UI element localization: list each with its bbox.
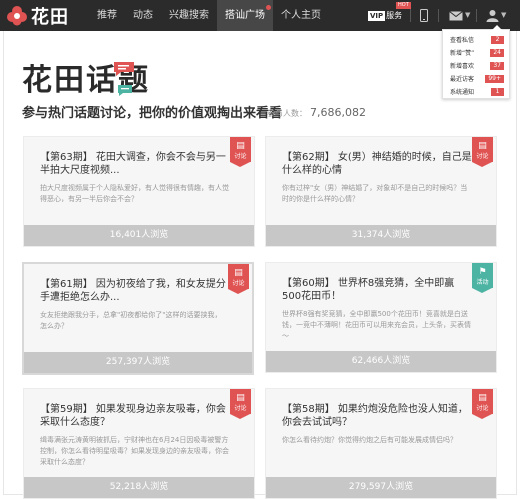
- discussion-tag: ▤ 讨论: [230, 137, 251, 167]
- speech-bubble-icon: [114, 62, 134, 76]
- chat-icon: ▤: [478, 141, 487, 151]
- chat-icon: ▤: [236, 393, 245, 403]
- nav-item-interest-search[interactable]: 兴趣搜索: [161, 0, 217, 31]
- topic-card[interactable]: 【第58期】 如果约炮没危险也没人知道，你会去试试吗？ 你怎么看待约炮？你觉得约炮…: [265, 388, 497, 499]
- notification-dot: [266, 5, 271, 10]
- tag-notch: [230, 414, 250, 419]
- count-badge: 37: [490, 61, 504, 70]
- discussion-tag: ▤ 讨论: [230, 389, 251, 419]
- discussion-tag: ▤ 讨论: [472, 389, 493, 419]
- tag-label: 讨论: [476, 153, 489, 160]
- dropdown-caret: [492, 25, 502, 30]
- dropdown-item-system-notice[interactable]: 系统通知 1: [443, 85, 509, 98]
- participant-count: 参与人数： 7,686,082: [267, 106, 366, 119]
- tag-label: 讨论: [476, 405, 489, 412]
- tag-notch: [472, 414, 492, 419]
- nav-item-profile[interactable]: 个人主页: [273, 0, 329, 31]
- topic-title: 【第61期】 因为初夜给了我，和女友提分手遭拒绝怎么办...: [40, 279, 226, 303]
- topic-description: 缉毒满张元涛黄明被抓后，宁财神也在6月24日因吸毒被警方控制，你怎么看待明星吸毒…: [40, 436, 229, 466]
- tag-notch: [472, 288, 492, 293]
- dropdown-item-label: 系统通知: [450, 89, 475, 96]
- dropdown-item-label: 最近访客: [450, 76, 475, 83]
- topic-card[interactable]: 【第59期】 如果发现身边亲友吸毒，你会采取什么态度？ 缉毒满张元涛黄明被抓后，宁…: [23, 388, 255, 499]
- tag-notch: [228, 289, 248, 294]
- notification-dropdown: 查看私信 2 新增“赞” 24 新增喜欢 37 最近访客 99+ 系统通知 1: [442, 25, 510, 99]
- dropdown-item-label: 新增“赞”: [450, 50, 475, 57]
- tag-label: 讨论: [234, 153, 247, 160]
- participant-label: 参与人数：: [267, 109, 307, 118]
- phone-icon[interactable]: [420, 9, 428, 22]
- topic-card[interactable]: 【第60期】 世界杯8强竞猜，全中即赢500花田币！ 世界杯8强有奖竞猜，全中即赢…: [265, 262, 497, 373]
- tag-label: 讨论: [232, 280, 245, 287]
- topic-description: 你怎么看待约炮？你觉得约炮之后有可能发展成情侣吗？: [282, 436, 457, 444]
- divider: [438, 9, 439, 22]
- topic-views: 16,401人浏览: [24, 225, 254, 246]
- nav-item-feed[interactable]: 动态: [125, 0, 161, 31]
- user-icon[interactable]: [486, 9, 499, 22]
- discussion-tag: ▤ 讨论: [228, 264, 249, 294]
- count-badge: 1: [491, 87, 504, 96]
- dropdown-item-messages[interactable]: 查看私信 2: [443, 33, 509, 46]
- dropdown-item-favorites[interactable]: 新增喜欢 37: [443, 59, 509, 72]
- chevron-down-icon[interactable]: ▼: [465, 11, 470, 19]
- participant-value: 7,686,082: [310, 106, 366, 119]
- topic-description: 你有过梓"女（男）神结婚了，对象却不是自己的时候吗？当时的你是什么样的心情？: [282, 184, 468, 203]
- chevron-down-icon[interactable]: ▼: [501, 11, 506, 19]
- tag-label: 活动: [476, 279, 489, 286]
- tag-notch: [472, 162, 492, 167]
- topic-card[interactable]: 【第63期】 花田大调查，你会不会与另一半拍大尺度视频... 拍大尺度视频属于个人…: [23, 136, 255, 247]
- topic-title: 【第58期】 如果约炮没危险也没人知道，你会去试试吗？: [282, 404, 468, 428]
- chat-icon: ▤: [234, 268, 243, 278]
- hot-badge: HOT: [396, 2, 411, 9]
- event-tag: ⚑ 活动: [472, 263, 493, 293]
- count-badge: 2: [491, 35, 504, 44]
- topic-views: 31,374人浏览: [266, 225, 496, 246]
- logo-text: 花田: [31, 6, 69, 28]
- top-navigation-bar: 花田 推荐 动态 兴趣搜索 搭讪广场 个人主页 VIP 服务 HOT ▼ ▼: [0, 0, 520, 31]
- topic-views: 257,397人浏览: [24, 352, 252, 373]
- count-badge: 99+: [485, 74, 504, 83]
- tag-label: 讨论: [234, 405, 247, 412]
- vip-label: 服务: [386, 11, 403, 20]
- topic-card[interactable]: 【第61期】 因为初夜给了我，和女友提分手遭拒绝怎么办... 女友拒绝跟我分手，总…: [22, 262, 254, 375]
- topic-title: 【第62期】 女(男）神结婚的时候，自己是什么样的心情: [282, 152, 472, 176]
- topic-description: 拍大尺度视频属于个人隐私爱好，有人觉得很有情趣，有人觉得恶心，有另一半后你会不会…: [40, 184, 229, 203]
- dropdown-item-label: 查看私信: [450, 37, 475, 44]
- vip-badge: VIP: [368, 10, 386, 21]
- topic-title: 【第63期】 花田大调查，你会不会与另一半拍大尺度视频...: [40, 152, 226, 176]
- divider: [476, 9, 477, 22]
- topic-title: 【第60期】 世界杯8强竞猜，全中即赢500花田币！: [282, 278, 455, 302]
- topic-description: 女友拒绝跟我分手，总拿"初夜都给你了"这样的话要挟我，怎么办？: [40, 311, 222, 330]
- count-badge: 24: [490, 48, 504, 57]
- logo[interactable]: 花田: [6, 4, 69, 28]
- topic-title: 【第59期】 如果发现身边亲友吸毒，你会采取什么态度？: [40, 404, 226, 428]
- dropdown-item-label: 新增喜欢: [450, 63, 475, 70]
- chat-icon: ▤: [236, 141, 245, 151]
- topic-views: 62,466人浏览: [266, 351, 496, 372]
- main-nav: 推荐 动态 兴趣搜索 搭讪广场 个人主页: [89, 0, 329, 31]
- chat-bubble-icon: [118, 85, 132, 96]
- discussion-tag: ▤ 讨论: [472, 137, 493, 167]
- topic-card[interactable]: 【第62期】 女(男）神结婚的时候，自己是什么样的心情你有过梓"女（男）神结婚了…: [265, 136, 497, 247]
- topic-description: 世界杯8强有奖竞猜，全中即赢500个花田币！竞喜就是白送钱，一竞中不薄啊！花田币…: [282, 310, 471, 340]
- mail-icon[interactable]: [449, 11, 463, 21]
- tag-notch: [230, 162, 250, 167]
- divider: [410, 9, 411, 22]
- dropdown-item-likes[interactable]: 新增“赞” 24: [443, 46, 509, 59]
- vip-service-button[interactable]: VIP 服务: [368, 8, 402, 23]
- dropdown-item-visitors[interactable]: 最近访客 99+: [443, 72, 509, 85]
- nav-item-chat-square[interactable]: 搭讪广场: [217, 0, 273, 31]
- chat-icon: ▤: [478, 393, 487, 403]
- page-subtitle: 参与热门话题讨论，把你的价值观掏出来看看: [22, 106, 283, 121]
- nav-item-label: 搭讪广场: [225, 10, 265, 21]
- flower-logo-icon: [7, 5, 27, 25]
- flag-icon: ⚑: [478, 267, 487, 277]
- nav-item-recommend[interactable]: 推荐: [89, 0, 125, 31]
